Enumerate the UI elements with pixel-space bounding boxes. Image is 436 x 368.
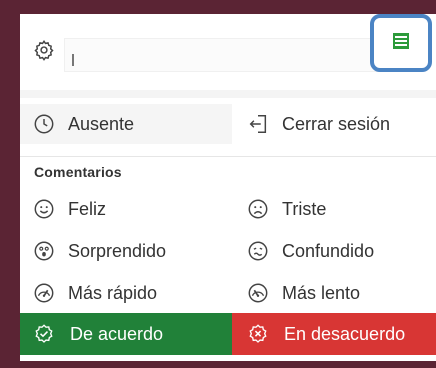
logout-button[interactable]: Cerrar sesión: [242, 104, 436, 144]
feedback-label: Feliz: [68, 198, 107, 219]
panel-header: [20, 14, 436, 90]
feedback-happy[interactable]: Feliz: [20, 189, 232, 229]
agree-button[interactable]: De acuerdo: [20, 313, 232, 355]
agree-label: De acuerdo: [70, 323, 164, 344]
away-label: Ausente: [68, 113, 135, 134]
section-divider: [20, 156, 436, 157]
hamburger-menu-icon: [392, 32, 410, 55]
away-button[interactable]: Ausente: [20, 104, 232, 144]
header-divider: [20, 90, 436, 98]
feedback-confused[interactable]: Confundido: [242, 231, 436, 271]
sad-face-icon: [246, 197, 270, 221]
feedback-sad[interactable]: Triste: [242, 189, 436, 229]
feedback-label: Sorprendido: [68, 240, 167, 261]
x-badge-icon: [246, 322, 270, 346]
settings-button[interactable]: [30, 38, 58, 66]
clock-icon: [32, 112, 56, 136]
disagree-label: En desacuerdo: [284, 323, 406, 344]
disagree-button[interactable]: En desacuerdo: [232, 313, 436, 355]
happy-face-icon: [32, 197, 56, 221]
feedback-label: Más lento: [282, 282, 361, 303]
logout-label: Cerrar sesión: [282, 113, 391, 134]
feedback-label: Triste: [282, 198, 327, 219]
text-caret: [72, 54, 74, 66]
logout-icon: [246, 112, 270, 136]
menu-button[interactable]: [370, 14, 432, 72]
feedback-surprised[interactable]: Sorprendido: [20, 231, 232, 271]
faster-speed-icon: [32, 281, 56, 305]
feedback-slower[interactable]: Más lento: [242, 273, 436, 313]
check-badge-icon: [32, 322, 56, 346]
agreement-bar: De acuerdo En desacuerdo: [20, 313, 436, 355]
surprised-face-icon: [32, 239, 56, 263]
feedback-faster[interactable]: Más rápido: [20, 273, 232, 313]
feedback-label: Más rápido: [68, 282, 158, 303]
feedback-label: Confundido: [282, 240, 375, 261]
panel-bottom-edge: [20, 355, 436, 361]
slower-speed-icon: [246, 281, 270, 305]
status-panel: Ausente Cerrar sesión Comentarios Feliz: [20, 14, 436, 361]
confused-face-icon: [246, 239, 270, 263]
status-input[interactable]: [64, 38, 384, 72]
gear-icon: [33, 39, 55, 66]
feedback-section-title: Comentarios: [34, 164, 122, 180]
